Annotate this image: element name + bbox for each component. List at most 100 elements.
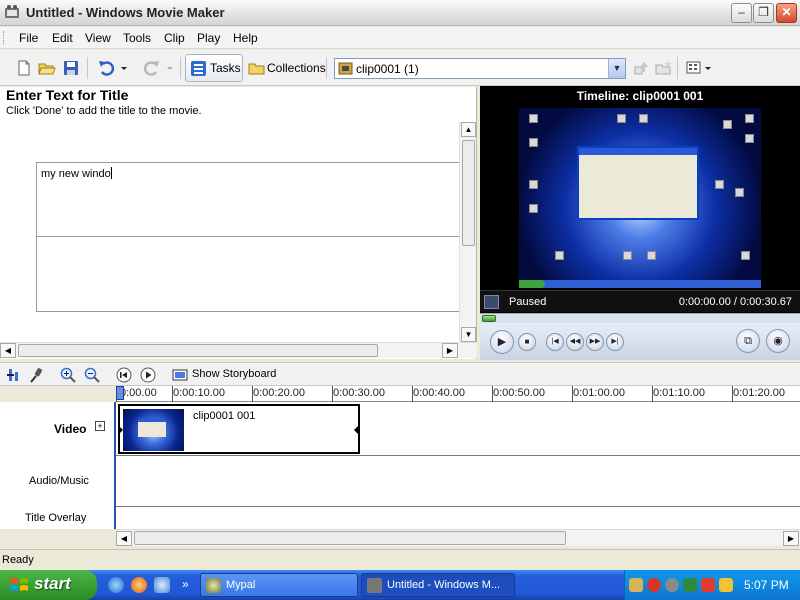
tray-app-icon[interactable] bbox=[629, 578, 643, 592]
menu-play[interactable]: Play bbox=[197, 31, 220, 45]
chevron-down-icon[interactable]: ▼ bbox=[608, 59, 625, 78]
collections-icon[interactable] bbox=[248, 59, 266, 77]
desktop-icon bbox=[555, 251, 564, 260]
split-view-icon[interactable] bbox=[484, 295, 499, 309]
menu-help[interactable]: Help bbox=[233, 31, 258, 45]
desktop-icon bbox=[529, 114, 538, 123]
tray-alert-icon[interactable] bbox=[701, 578, 715, 592]
open-project-icon[interactable] bbox=[38, 59, 56, 77]
redo-dropdown-icon[interactable] bbox=[165, 59, 175, 77]
ruler-label: 0:00:10.00 bbox=[173, 387, 225, 399]
up-one-level-icon[interactable] bbox=[632, 59, 650, 77]
firefox-icon[interactable] bbox=[131, 577, 147, 593]
collections-label[interactable]: Collections bbox=[267, 61, 326, 75]
storyboard-icon[interactable] bbox=[172, 367, 188, 383]
movie-maker-icon bbox=[367, 578, 382, 593]
expand-video-track-button[interactable]: + bbox=[95, 421, 105, 431]
timeline-ruler[interactable]: 0:00.00 0:00:10.00 0:00:20.00 0:00:30.00… bbox=[116, 386, 800, 402]
rewind-icon[interactable] bbox=[116, 367, 132, 383]
previous-frame-button[interactable]: |◀ bbox=[546, 333, 564, 351]
vertical-scroll-thumb[interactable] bbox=[462, 140, 475, 246]
title-text-input[interactable]: my new windo bbox=[36, 162, 461, 312]
menu-edit[interactable]: Edit bbox=[52, 31, 73, 45]
timeline-scroll-thumb[interactable] bbox=[134, 531, 566, 545]
redo-icon[interactable] bbox=[143, 59, 161, 77]
seek-bar[interactable] bbox=[480, 313, 800, 323]
skip-back-icon: |◀ bbox=[551, 338, 559, 345]
collection-value: clip0001 (1) bbox=[356, 62, 419, 76]
internet-explorer-icon[interactable] bbox=[108, 577, 124, 593]
scroll-left-icon[interactable]: ◀ bbox=[116, 531, 132, 546]
undo-dropdown-icon[interactable] bbox=[119, 59, 129, 77]
collection-dropdown[interactable]: clip0001 (1) ▼ bbox=[334, 58, 626, 79]
text-caret bbox=[110, 167, 112, 179]
zoom-out-icon[interactable] bbox=[84, 367, 100, 383]
title-text-line-1[interactable]: my new windo bbox=[41, 167, 112, 180]
next-frame-button[interactable]: ▶| bbox=[606, 333, 624, 351]
scroll-left-icon[interactable]: ◀ bbox=[0, 343, 16, 358]
menu-clip[interactable]: Clip bbox=[164, 31, 185, 45]
tasks-icon bbox=[191, 61, 206, 76]
seek-knob[interactable] bbox=[482, 315, 496, 322]
rewind-button[interactable]: ◀◀ bbox=[566, 333, 584, 351]
close-button[interactable]: ✕ bbox=[776, 3, 797, 23]
undo-icon[interactable] bbox=[97, 59, 115, 77]
quick-launch-chevron-icon[interactable]: » bbox=[182, 577, 189, 591]
timeline-horizontal-scrollbar[interactable]: ◀ ▶ bbox=[116, 529, 800, 546]
scroll-down-icon[interactable]: ▼ bbox=[461, 327, 476, 342]
views-icon[interactable] bbox=[685, 59, 703, 77]
preview-start-button bbox=[519, 280, 545, 288]
video-track-label: Video bbox=[54, 422, 87, 436]
tray-app-icon[interactable] bbox=[665, 578, 679, 592]
set-audio-levels-icon[interactable] bbox=[6, 367, 22, 383]
clip-end-trim-icon[interactable] bbox=[354, 426, 358, 434]
menu-file[interactable]: File bbox=[19, 31, 38, 45]
views-dropdown-icon[interactable] bbox=[703, 59, 713, 77]
clip-start-trim-icon[interactable] bbox=[119, 426, 123, 434]
start-button[interactable]: start bbox=[0, 570, 97, 600]
desktop-icon bbox=[735, 188, 744, 197]
menu-view[interactable]: View bbox=[85, 31, 111, 45]
narrate-icon[interactable] bbox=[28, 367, 44, 383]
timeline-toolbar: Show Storyboard bbox=[0, 362, 800, 386]
taskbar-button-mypal[interactable]: Mypal bbox=[200, 573, 358, 597]
taskbar-button-movie-maker[interactable]: Untitled - Windows M... bbox=[361, 573, 515, 597]
split-clip-button[interactable]: ⧉ bbox=[736, 329, 760, 353]
menu-tools[interactable]: Tools bbox=[123, 31, 151, 45]
fast-forward-button[interactable]: ▶▶ bbox=[586, 333, 604, 351]
scroll-right-icon[interactable]: ▶ bbox=[783, 531, 799, 546]
collection-film-icon bbox=[338, 62, 353, 75]
minimize-button[interactable]: ‒ bbox=[731, 3, 752, 23]
playhead-indicator[interactable] bbox=[116, 386, 124, 400]
preview-screen bbox=[519, 108, 761, 288]
tasks-button[interactable]: Tasks bbox=[185, 54, 243, 82]
desktop-icon bbox=[529, 204, 538, 213]
new-collection-icon[interactable] bbox=[654, 59, 672, 77]
desktop-icon bbox=[529, 138, 538, 147]
save-project-icon[interactable] bbox=[62, 59, 80, 77]
security-shield-icon[interactable] bbox=[647, 578, 661, 592]
show-storyboard-button[interactable]: Show Storyboard bbox=[192, 368, 276, 380]
scroll-up-icon[interactable]: ▲ bbox=[461, 122, 476, 137]
play-timeline-icon[interactable] bbox=[140, 367, 156, 383]
play-button[interactable]: ▶ bbox=[490, 330, 514, 354]
video-clip[interactable]: clip0001 001 bbox=[118, 404, 360, 454]
preview-monitor: Timeline: clip0001 001 Paused 0:00:00.00… bbox=[480, 86, 800, 360]
track-labels: Video + Audio/Music Title Overlay bbox=[0, 402, 116, 529]
pane-horizontal-scrollbar[interactable]: ◀ ▶ bbox=[0, 342, 477, 358]
desktop-icon bbox=[741, 251, 750, 260]
pane-vertical-scrollbar[interactable]: ▲ ▼ bbox=[459, 122, 476, 342]
scroll-right-icon[interactable]: ▶ bbox=[442, 343, 458, 358]
network-icon[interactable] bbox=[683, 578, 697, 592]
horizontal-scroll-thumb[interactable] bbox=[18, 344, 378, 357]
restore-button[interactable]: ❐ bbox=[753, 3, 774, 23]
quick-launch-app-icon[interactable] bbox=[154, 577, 170, 593]
tray-app-icon[interactable] bbox=[719, 578, 733, 592]
new-project-icon[interactable] bbox=[15, 59, 33, 77]
take-picture-button[interactable]: ◉ bbox=[766, 329, 790, 353]
windows-taskbar: start » Mypal Untitled - Windows M... 5:… bbox=[0, 570, 800, 600]
start-label: start bbox=[34, 574, 71, 593]
zoom-in-icon[interactable] bbox=[60, 367, 76, 383]
stop-button[interactable]: ■ bbox=[518, 333, 536, 351]
track-divider bbox=[116, 455, 800, 456]
